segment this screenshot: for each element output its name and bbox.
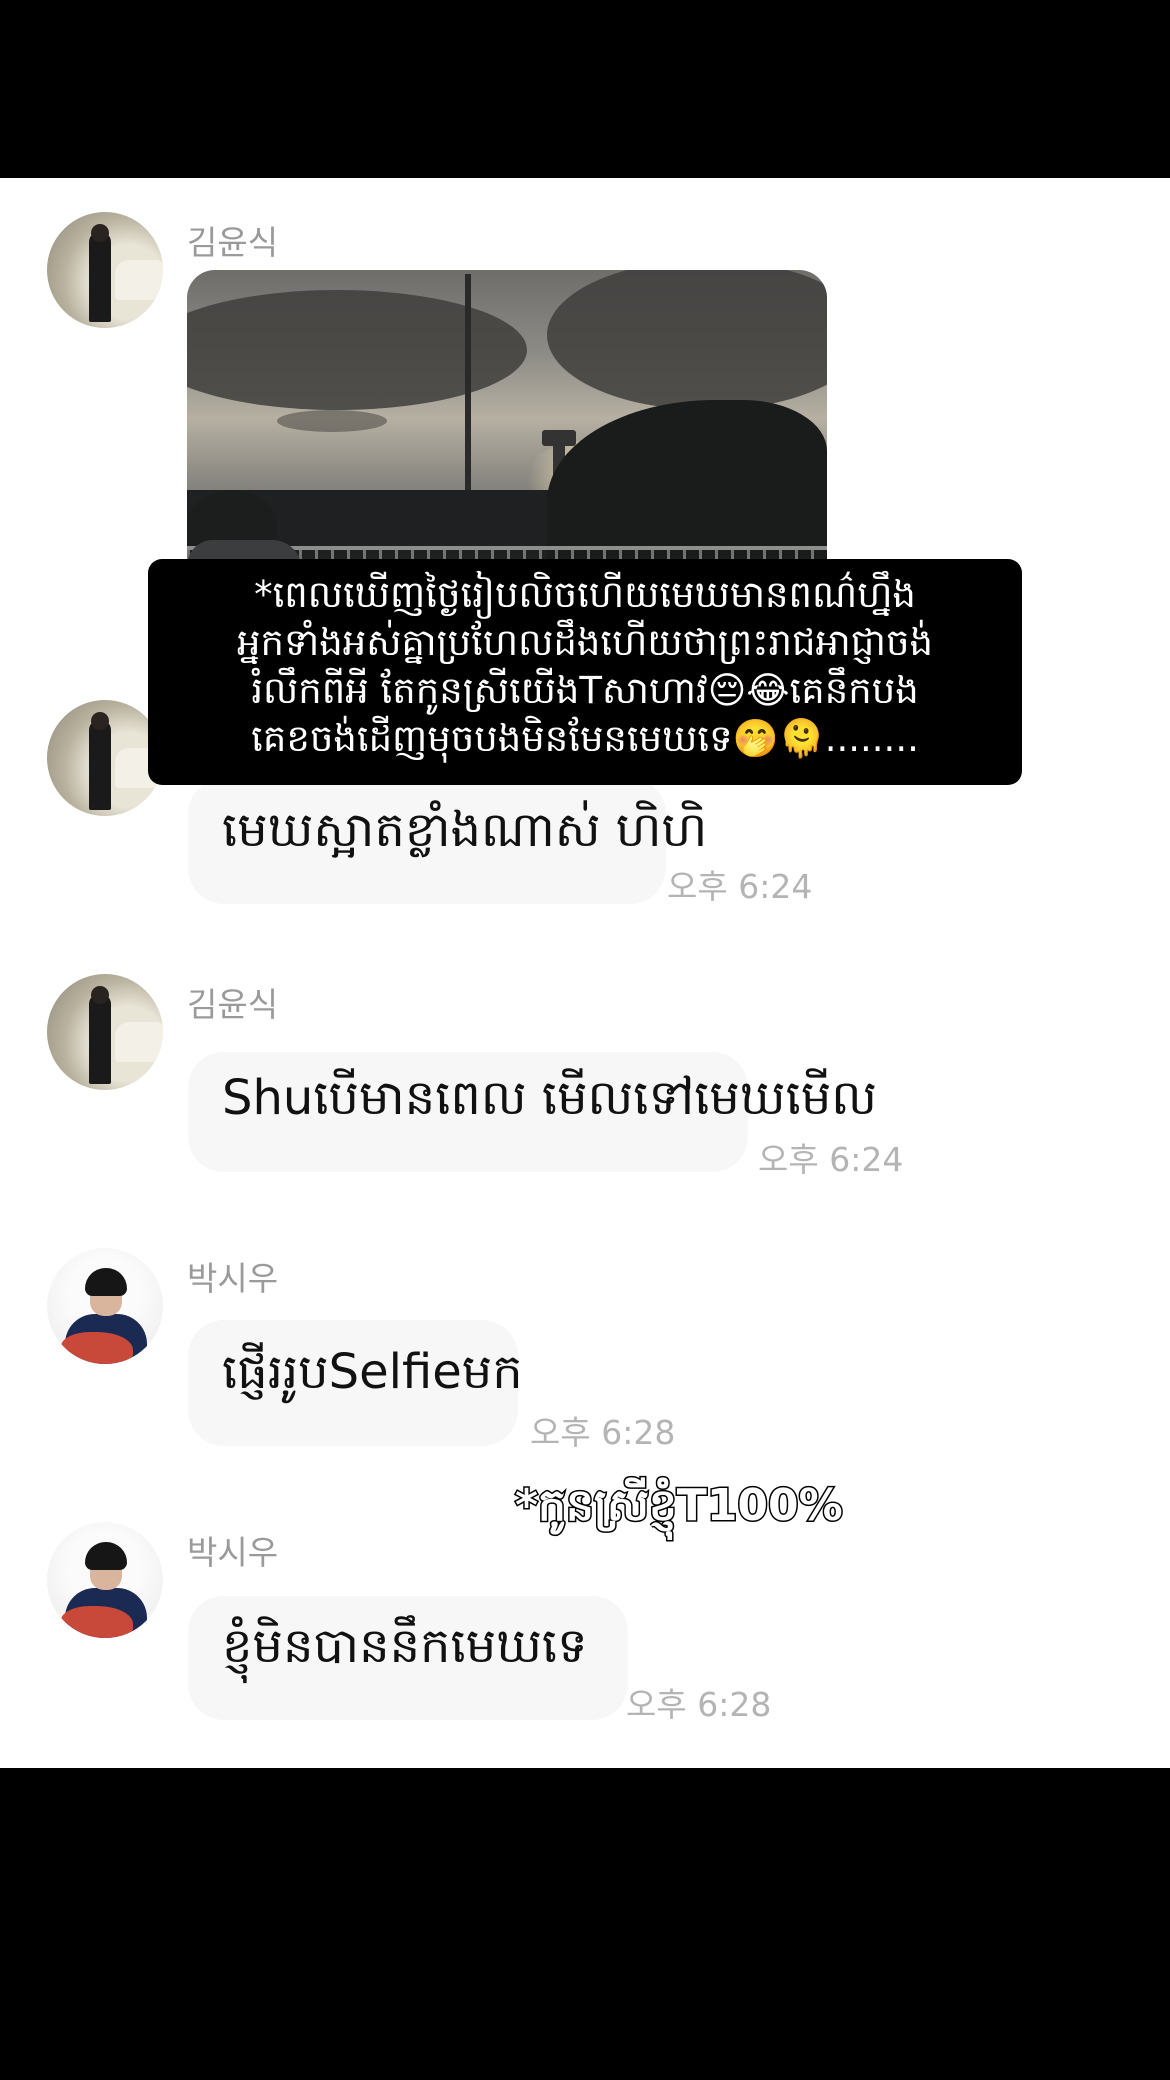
avatar-park[interactable] xyxy=(47,1248,163,1364)
message-text: ផ្ញើររូបSelfieមក xyxy=(222,1344,523,1400)
overlay-caption-box: *ពេលឃើញថ្ងៃរៀបលិចហើយមេឃមានពណ៌ហ្នឹង អ្នកទ… xyxy=(148,559,1022,785)
message-text: Shuបើមានពេល មើលទៅមេឃមើល xyxy=(222,1070,878,1126)
caption-text: *កូនស្រីខ្ញុំT100% xyxy=(514,1479,845,1533)
avatar-head xyxy=(91,712,109,730)
message-time: 오후 6:24 xyxy=(667,867,813,906)
sender-name: 박시우 xyxy=(187,1259,279,1298)
sender-name: 김윤식 xyxy=(187,985,279,1024)
photo-cloud xyxy=(277,410,387,432)
avatar-park[interactable] xyxy=(47,1522,163,1638)
photo-trees xyxy=(547,400,827,570)
avatar-figure xyxy=(89,720,111,810)
avatar-head xyxy=(91,986,109,1004)
avatar-figure xyxy=(89,232,111,322)
message-time: 오후 6:24 xyxy=(758,1140,904,1179)
message-text: មេឃស្អាតខ្លាំងណាស់ ហិហិ xyxy=(222,802,708,858)
avatar-car xyxy=(115,260,163,300)
sky-photo[interactable] xyxy=(187,270,827,600)
message-text: ខ្ញុំមិនបាននឹកមេឃទេ xyxy=(222,1618,588,1674)
message-time: 오후 6:28 xyxy=(626,1685,772,1724)
avatar-car xyxy=(115,1022,163,1062)
avatar-head xyxy=(91,224,109,242)
message-time: 오후 6:28 xyxy=(530,1413,676,1452)
avatar-figure xyxy=(89,994,111,1084)
avatar-object xyxy=(61,1606,133,1638)
avatar-kim[interactable] xyxy=(47,212,163,328)
photo-cloud xyxy=(547,270,827,410)
avatar-hair xyxy=(85,1268,127,1296)
overlay-caption-text: *ពេលឃើញថ្ងៃរៀបលិចហើយមេឃមានពណ៌ហ្នឹង អ្នកទ… xyxy=(237,573,933,760)
photo-pole xyxy=(465,274,471,524)
avatar-kim[interactable] xyxy=(47,974,163,1090)
sender-name: 박시우 xyxy=(187,1533,279,1572)
photo-cloud xyxy=(187,290,527,410)
sender-name: 김윤식 xyxy=(187,223,279,262)
avatar-object xyxy=(61,1332,133,1364)
avatar-hair xyxy=(85,1542,127,1570)
avatar-kim[interactable] xyxy=(47,700,163,816)
